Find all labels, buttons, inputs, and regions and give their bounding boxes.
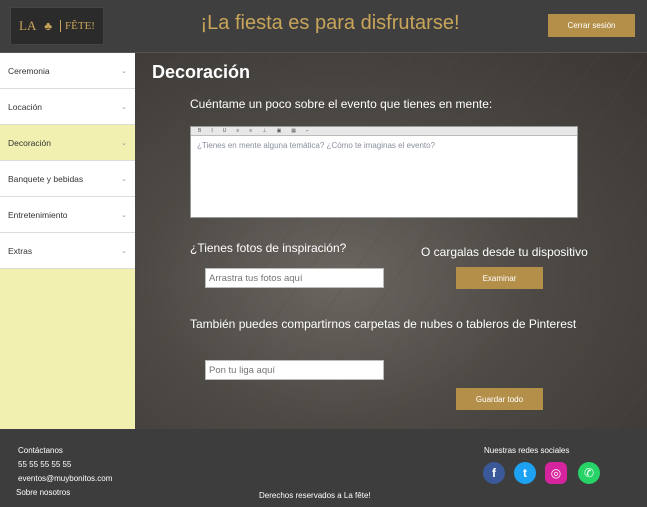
copyright: Derechos reservados a La fête! (259, 491, 371, 500)
italic-icon[interactable]: I (211, 128, 212, 134)
inspiration-photos-label: ¿Tienes fotos de inspiración? (190, 241, 347, 255)
link-input[interactable] (205, 360, 384, 380)
sidebar: Ceremonia ⌄ Locación ⌄ Decoración ⌄ Banq… (0, 53, 135, 429)
chevron-down-icon: ⌄ (121, 247, 127, 255)
bold-icon[interactable]: B (198, 128, 201, 134)
sidebar-item-label: Entretenimiento (8, 209, 68, 220)
chevron-down-icon: ⌄ (121, 139, 127, 147)
page-title: Decoración (152, 62, 251, 82)
main-panel: Decoración Cuéntame un poco sobre el eve… (135, 53, 647, 429)
chevron-down-icon: ⌄ (121, 103, 127, 111)
sidebar-item-label: Banquete y bebidas (8, 173, 84, 184)
sidebar-item-entretenimiento[interactable]: Entretenimiento ⌄ (0, 197, 135, 233)
chevron-down-icon: ⌄ (121, 211, 127, 219)
logo[interactable]: LA ♣ FÊTE! (10, 7, 104, 45)
contact-title: Contáctanos (18, 446, 63, 455)
save-all-button[interactable]: Guardar todo (456, 388, 543, 410)
photo-drop-field[interactable] (205, 268, 384, 288)
image-icon[interactable]: ▣ (277, 128, 282, 134)
instagram-icon[interactable]: ◎ (545, 462, 567, 484)
list-icon[interactable]: ≡ (236, 128, 239, 134)
tagline: ¡La fiesta es para disfrutarse! (200, 12, 460, 34)
sidebar-item-label: Ceremonia (8, 65, 50, 76)
browse-button[interactable]: Examinar (456, 267, 543, 289)
footer: Contáctanos 55 55 55 55 55 eventos@muybo… (0, 429, 647, 507)
whatsapp-icon[interactable]: ✆ (578, 462, 600, 484)
upload-label: O cargalas desde tu dispositivo (421, 245, 588, 259)
editor-textarea[interactable]: ¿Tienes en mente alguna temática? ¿Cómo … (191, 136, 577, 155)
tree-icon: ♣ (44, 18, 53, 33)
underline-icon[interactable]: U (223, 128, 227, 134)
sidebar-item-locacion[interactable]: Locación ⌄ (0, 89, 135, 125)
facebook-icon[interactable]: f (483, 462, 505, 484)
logo-text-fete: FÊTE! (60, 20, 95, 32)
sidebar-item-extras[interactable]: Extras ⌄ (0, 233, 135, 269)
table-icon[interactable]: ▦ (291, 128, 296, 134)
sidebar-item-banquete[interactable]: Banquete y bebidas ⌄ (0, 161, 135, 197)
numbered-list-icon[interactable]: ≡ (249, 128, 252, 134)
sidebar-item-ceremonia[interactable]: Ceremonia ⌄ (0, 53, 135, 89)
about-link[interactable]: Sobre nosotros (16, 488, 70, 497)
editor-toolbar: B I U ≡ ≡ ⊥ ▣ ▦ ⌐ (191, 127, 577, 136)
code-icon[interactable]: ⌐ (306, 128, 309, 134)
contact-phone: 55 55 55 55 55 (18, 460, 72, 469)
chevron-down-icon: ⌄ (121, 67, 127, 75)
sidebar-item-label: Extras (8, 245, 33, 256)
sidebar-item-label: Locación (8, 101, 43, 112)
chevron-down-icon: ⌄ (121, 175, 127, 183)
twitter-icon[interactable]: t (514, 462, 536, 484)
rich-text-editor[interactable]: B I U ≡ ≡ ⊥ ▣ ▦ ⌐ ¿Tienes en mente algun… (190, 126, 578, 218)
logout-button[interactable]: Cerrar sesión (548, 14, 635, 37)
logo-text: LA (19, 18, 37, 33)
contact-email[interactable]: eventos@muybonitos.com (18, 474, 112, 483)
social-title: Nuestras redes sociales (484, 446, 570, 455)
header: LA ♣ FÊTE! ¡La fiesta es para disfrutars… (0, 0, 647, 53)
link-icon[interactable]: ⊥ (262, 128, 266, 134)
sidebar-item-label: Decoración (8, 137, 51, 148)
event-description-label: Cuéntame un poco sobre el evento que tie… (190, 97, 493, 111)
sidebar-item-decoracion[interactable]: Decoración ⌄ (0, 125, 135, 161)
share-folders-label: También puedes compartirnos carpetas de … (190, 317, 577, 331)
